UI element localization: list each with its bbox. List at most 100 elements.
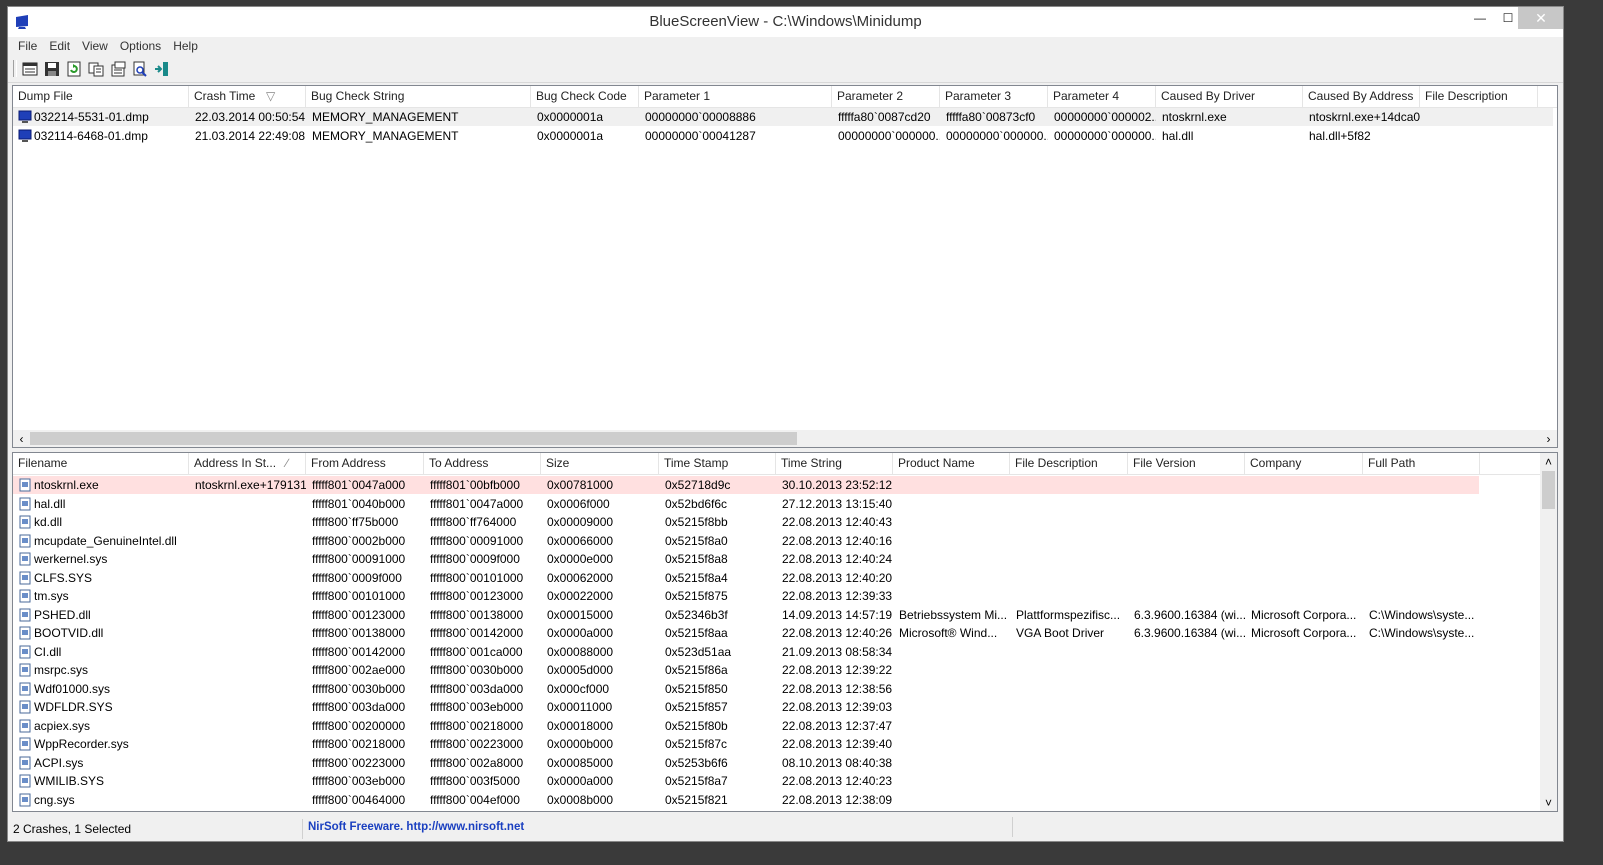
- to-address-cell: fffff800`ff764000: [430, 515, 517, 529]
- scroll-left-arrow-icon[interactable]: ‹: [13, 430, 30, 447]
- driver-file-icon: [19, 663, 31, 677]
- time-string-cell: 22.08.2013 12:40:20: [782, 570, 893, 585]
- filename-cell-text: mcupdate_GenuineIntel.dll: [34, 533, 177, 548]
- size-cell: 0x00018000: [547, 718, 614, 733]
- scroll-right-arrow-icon[interactable]: ›: [1540, 430, 1557, 447]
- driver-row[interactable]: acpiex.sys fffff800`00200000 fffff800`0021…: [13, 717, 1557, 735]
- address-in-stack-cell: ntoskrnl.exe+179131: [195, 478, 306, 492]
- column-parameter-4[interactable]: Parameter 4: [1048, 86, 1156, 107]
- column-dump-file[interactable]: Dump File: [13, 86, 189, 107]
- address-in-stack-cell: [189, 513, 306, 531]
- column-parameter-1[interactable]: Parameter 1: [639, 86, 832, 107]
- product-name-cell: [893, 643, 1010, 661]
- driver-row[interactable]: WppRecorder.sys fffff800`00218000 fffff800…: [13, 735, 1557, 753]
- column-parameter-2[interactable]: Parameter 2: [832, 86, 940, 107]
- column-bug-check-string[interactable]: Bug Check String: [306, 86, 531, 107]
- column-filename[interactable]: Filename: [13, 453, 189, 474]
- scroll-thumb[interactable]: [30, 432, 797, 445]
- column-full-path[interactable]: Full Path: [1363, 453, 1480, 474]
- time-stamp-cell: 0x523d51aa: [665, 644, 732, 659]
- menu-view[interactable]: View: [76, 37, 114, 53]
- menu-help[interactable]: Help: [167, 37, 204, 53]
- column-company[interactable]: Company: [1245, 453, 1363, 474]
- driver-row[interactable]: PSHED.dll fffff800`00123000 fffff800`00138…: [13, 606, 1557, 624]
- column-caused-by-driver[interactable]: Caused By Driver: [1156, 86, 1303, 107]
- parameter-3-cell: fffffa80`00873cf0: [946, 110, 1036, 124]
- column-from-address[interactable]: From Address: [306, 453, 424, 474]
- column-parameter-3[interactable]: Parameter 3: [940, 86, 1048, 107]
- from-address-cell: fffff800`003da000: [312, 700, 406, 714]
- full-path-cell: [1363, 643, 1480, 661]
- driver-row[interactable]: BOOTVID.dll fffff800`00138000 fffff800`001…: [13, 624, 1557, 642]
- company-cell: [1245, 661, 1363, 679]
- column-bug-check-code[interactable]: Bug Check Code: [531, 86, 639, 107]
- vertical-scrollbar[interactable]: ˄ ˅: [1540, 453, 1557, 811]
- save-button[interactable]: [43, 60, 60, 77]
- dump-row[interactable]: 032114-6468-01.dmp 21.03.2014 22:49:08 MEM…: [13, 127, 1557, 145]
- filename-cell-text: PSHED.dll: [34, 607, 91, 622]
- column-time-stamp[interactable]: Time Stamp: [659, 453, 776, 474]
- size-cell: 0x00066000: [547, 533, 614, 548]
- column-address-in-stack[interactable]: Address In St... ∕: [189, 453, 306, 474]
- column-to-address[interactable]: To Address: [424, 453, 541, 474]
- column-file-description[interactable]: File Description: [1010, 453, 1128, 474]
- driver-row[interactable]: hal.dll fffff801`0040b000 fffff801`0047a00…: [13, 495, 1557, 513]
- html-report-button[interactable]: [21, 60, 38, 77]
- driver-row[interactable]: ntoskrnl.exe ntoskrnl.exe+179131 fffff801`…: [13, 476, 1479, 494]
- column-crash-time[interactable]: Crash Time ▽: [189, 86, 306, 107]
- close-button[interactable]: ✕: [1518, 7, 1563, 29]
- column-size[interactable]: Size: [541, 453, 659, 474]
- find-button[interactable]: [131, 60, 148, 77]
- exit-button[interactable]: [153, 60, 170, 77]
- driver-row[interactable]: ACPI.sys fffff800`00223000 fffff800`002a80…: [13, 754, 1557, 772]
- menu-file[interactable]: File: [12, 37, 43, 53]
- product-name-cell: [893, 735, 1010, 753]
- column-caused-by-address[interactable]: Caused By Address: [1303, 86, 1420, 107]
- file-description-cell: [1010, 513, 1128, 531]
- scroll-down-arrow-icon[interactable]: ˅: [1540, 794, 1557, 811]
- driver-row[interactable]: WDFLDR.SYS fffff800`003da000 fffff800`003e…: [13, 698, 1557, 716]
- driver-row[interactable]: cng.sys fffff800`00464000 fffff800`004ef00…: [13, 791, 1557, 809]
- driver-row[interactable]: msrpc.sys fffff800`002ae000 fffff800`0030b…: [13, 661, 1557, 679]
- dump-row[interactable]: 032214-5531-01.dmp 22.03.2014 00:50:54 MEM…: [13, 108, 1553, 126]
- parameter-2-cell: 00000000`000000...: [838, 129, 940, 143]
- driver-row[interactable]: kd.dll fffff800`ff75b000 fffff800`ff764000…: [13, 513, 1557, 531]
- column-time-string[interactable]: Time String: [776, 453, 893, 474]
- column-product-name[interactable]: Product Name: [893, 453, 1010, 474]
- menu-edit[interactable]: Edit: [43, 37, 76, 53]
- app-window: BlueScreenView - C:\Windows\Minidump — ☐…: [7, 6, 1564, 842]
- driver-row[interactable]: WMILIB.SYS fffff800`003eb000 fffff800`003f…: [13, 772, 1557, 790]
- dump-list-pane[interactable]: Dump File Crash Time ▽ Bug Check String B…: [12, 85, 1558, 448]
- driver-row[interactable]: tm.sys fffff800`00101000 fffff800`00123000…: [13, 587, 1557, 605]
- column-file-description[interactable]: File Description: [1420, 86, 1538, 107]
- time-stamp-cell: 0x52bd6f6c: [665, 496, 728, 511]
- scroll-thumb[interactable]: [1542, 471, 1555, 509]
- driver-row[interactable]: Wdf01000.sys fffff800`0030b000 fffff800`00…: [13, 680, 1557, 698]
- address-in-stack-cell: [189, 735, 306, 753]
- size-cell: 0x00085000: [547, 755, 614, 770]
- scroll-up-arrow-icon[interactable]: ˄: [1540, 453, 1557, 470]
- column-file-version[interactable]: File Version: [1128, 453, 1245, 474]
- file-description-cell: Plattformspezifisc...: [1016, 607, 1121, 622]
- find-icon: [133, 61, 147, 77]
- nirsoft-link[interactable]: NirSoft Freeware. http://www.nirsoft.net: [303, 817, 1013, 837]
- driver-row[interactable]: mcupdate_GenuineIntel.dll fffff800`0002b0…: [13, 532, 1557, 550]
- driver-row[interactable]: CI.dll fffff800`00142000 fffff800`001ca000…: [13, 643, 1557, 661]
- properties-button[interactable]: [109, 60, 126, 77]
- driver-row[interactable]: CLFS.SYS fffff800`0009f000 fffff800`001010…: [13, 569, 1557, 587]
- to-address-cell: fffff800`00138000: [430, 607, 524, 622]
- address-in-stack-cell: [189, 643, 306, 661]
- refresh-button[interactable]: [65, 60, 82, 77]
- copy-button[interactable]: [87, 60, 104, 77]
- horizontal-scrollbar[interactable]: ‹ ›: [13, 430, 1557, 447]
- driver-file-icon: [19, 571, 31, 584]
- minimize-button[interactable]: —: [1466, 7, 1494, 29]
- html-report-icon: [22, 62, 37, 75]
- driver-row[interactable]: werkernel.sys fffff800`00091000 fffff800`0…: [13, 550, 1557, 568]
- file-version-cell: [1128, 735, 1245, 753]
- menu-options[interactable]: Options: [114, 37, 167, 53]
- driver-list-pane[interactable]: Filename Address In St... ∕ From Address …: [12, 452, 1558, 812]
- filename-cell: WDFLDR.SYS: [13, 698, 189, 716]
- file-version-cell: [1128, 643, 1245, 661]
- title-bar[interactable]: BlueScreenView - C:\Windows\Minidump — ☐…: [8, 7, 1563, 37]
